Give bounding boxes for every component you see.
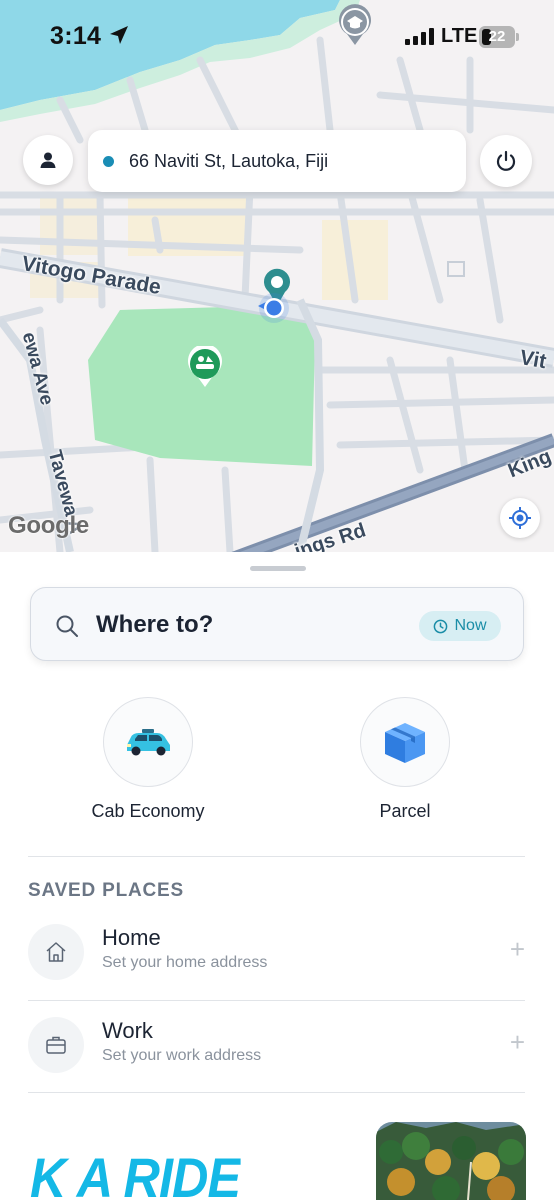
home-icon [28, 924, 84, 980]
recenter-button[interactable] [500, 498, 540, 538]
user-icon [40, 152, 56, 168]
battery-icon: 22 [479, 26, 519, 48]
power-button[interactable] [480, 135, 532, 187]
sheet-drag-handle[interactable] [250, 566, 306, 571]
add-home-icon[interactable]: + [510, 934, 525, 965]
schedule-now-label: Now [454, 617, 487, 634]
add-work-icon[interactable]: + [510, 1027, 525, 1058]
location-arrow-icon [108, 24, 130, 51]
profile-button[interactable] [23, 135, 73, 185]
saved-places-title: SAVED PLACES [28, 880, 184, 901]
current-location-dot [254, 290, 294, 331]
divider [28, 1092, 525, 1093]
network-label: LTE [441, 25, 478, 47]
road-label-vitogo-parade-right: Vit [518, 346, 549, 374]
pickup-address: 66 Naviti St, Lautoka, Fiji [129, 150, 329, 171]
pickup-address-pill[interactable]: 66 Naviti St, Lautoka, Fiji [88, 130, 466, 192]
google-logo: Google [8, 512, 89, 539]
divider [28, 856, 525, 857]
battery-level: 22 [488, 28, 506, 45]
saved-place-work-subtitle: Set your work address [102, 1047, 262, 1064]
saved-place-home-subtitle: Set your home address [102, 954, 268, 971]
service-parcel-label: Parcel [379, 801, 431, 821]
status-bar: 3:14 LTE 22 [0, 0, 554, 72]
status-time: 3:14 [50, 22, 102, 50]
saved-place-home-title: Home [102, 925, 161, 950]
service-cab-economy-label: Cab Economy [91, 801, 205, 821]
saved-place-work[interactable]: Work Set your work address + [28, 1007, 525, 1087]
power-icon [496, 150, 516, 171]
briefcase-icon [28, 1017, 84, 1073]
divider [28, 1000, 525, 1001]
service-parcel[interactable]: Parcel [315, 697, 495, 822]
saved-place-work-title: Work [102, 1018, 153, 1043]
where-to-search[interactable]: Where to? Now [30, 587, 524, 661]
park-icon[interactable] [186, 344, 224, 393]
promo-banner-text[interactable]: K A RIDE [30, 1150, 240, 1200]
service-cab-economy[interactable]: Cab Economy [58, 697, 238, 822]
signal-icon [405, 28, 434, 45]
saved-place-home[interactable]: Home Set your home address + [28, 914, 525, 994]
promo-banner-image[interactable] [376, 1122, 526, 1200]
where-to-label: Where to? [96, 611, 214, 638]
search-icon [56, 615, 78, 637]
box-icon [385, 723, 425, 763]
map-view[interactable]: Vitogo Parade Vit ewa Ave Tavewa A ings … [0, 0, 554, 552]
bottom-sheet: Where to? Now Cab Economy Parcel SAVED P… [0, 552, 554, 1200]
crosshair-icon [509, 507, 531, 529]
schedule-now-button[interactable]: Now [419, 611, 501, 641]
taxi-icon [127, 729, 170, 756]
clock-icon [434, 619, 448, 633]
pickup-dot-icon [103, 155, 114, 167]
